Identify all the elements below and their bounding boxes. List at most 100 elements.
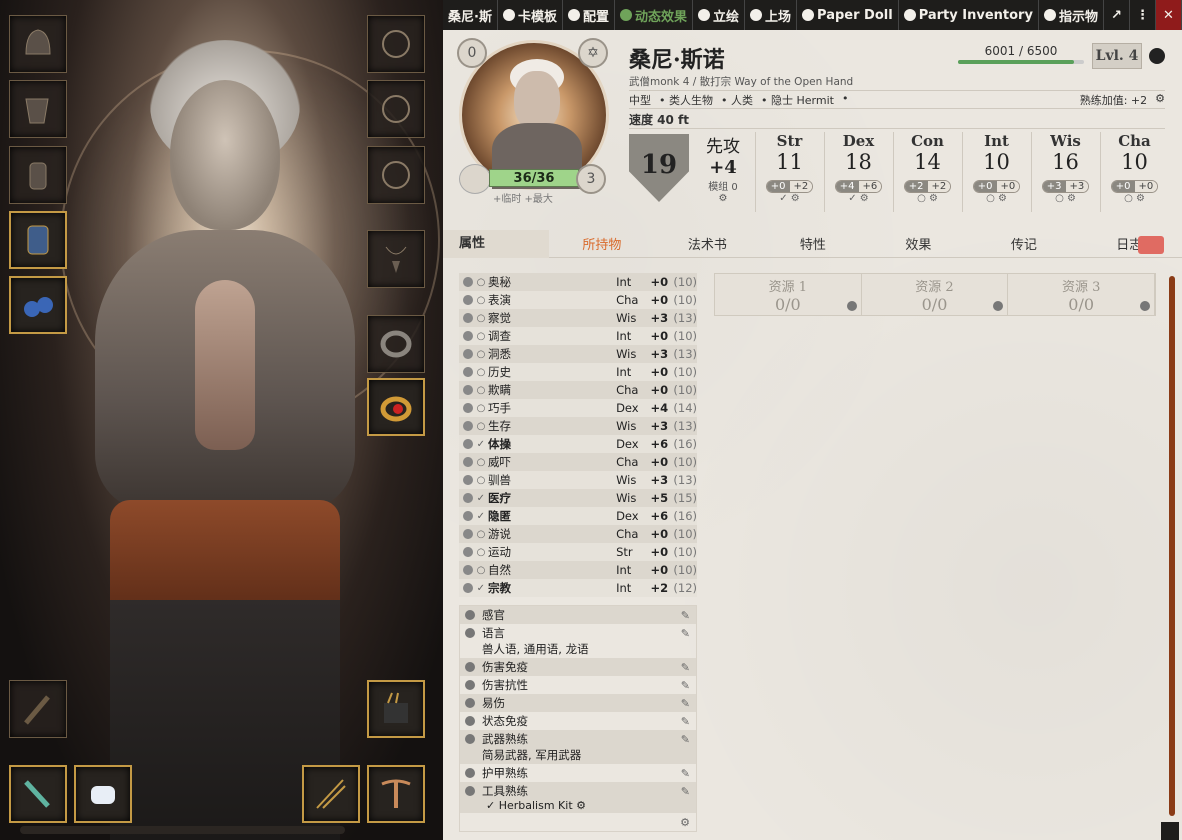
unlock-icon[interactable] bbox=[1138, 236, 1164, 254]
save-proficient-circle[interactable]: ○ ⚙ bbox=[1101, 193, 1168, 204]
skill-name[interactable]: 生存 bbox=[488, 418, 616, 434]
neck-slot-right[interactable] bbox=[367, 80, 425, 138]
skill-row[interactable]: ✓ 体操 Dex +6 (16) bbox=[459, 435, 697, 453]
skill-row[interactable]: ○ 运动 Str +0 (10) bbox=[459, 543, 697, 561]
tab-features[interactable]: 特性 bbox=[760, 234, 865, 253]
tool-entry[interactable]: ✓ Herbalism Kit ⚙ bbox=[482, 799, 692, 812]
character-name[interactable]: 桑尼·斯诺 bbox=[629, 42, 725, 74]
skill-name[interactable]: 体操 bbox=[488, 436, 616, 452]
pencil-icon[interactable]: ✎ bbox=[681, 627, 690, 640]
ability-mod-pill[interactable]: +2 +2 bbox=[903, 180, 952, 193]
tab-sheet-title[interactable]: 桑尼·斯 bbox=[443, 0, 498, 30]
unproficient-circle-icon[interactable]: ○ bbox=[477, 475, 488, 486]
ability-dex[interactable]: Dex 18 +4 +6 ✓ ⚙ bbox=[824, 132, 892, 212]
ability-str[interactable]: Str 11 +0 +2 ✓ ⚙ bbox=[755, 132, 823, 212]
save-proficient-circle[interactable]: ○ ⚙ bbox=[1032, 193, 1099, 204]
gear-icon[interactable] bbox=[463, 439, 473, 449]
skill-name[interactable]: 宗教 bbox=[488, 580, 616, 596]
unarmed-slot[interactable] bbox=[74, 765, 132, 823]
level-badge[interactable]: Lvl. 4 bbox=[1092, 43, 1142, 69]
gear-icon[interactable] bbox=[463, 349, 473, 359]
ability-mod-pill[interactable]: +3 +3 bbox=[1041, 180, 1090, 193]
save-proficient-circle[interactable]: ○ ⚙ bbox=[894, 193, 961, 204]
gear-icon[interactable] bbox=[463, 493, 473, 503]
tab-spellbook[interactable]: 法术书 bbox=[655, 234, 760, 253]
skill-row[interactable]: ○ 欺瞒 Cha +0 (10) bbox=[459, 381, 697, 399]
ability-con[interactable]: Con 14 +2 +2 ○ ⚙ bbox=[893, 132, 961, 212]
resource-2[interactable]: 资源 2 0/0 bbox=[861, 274, 1009, 315]
rest-icon[interactable] bbox=[459, 164, 491, 194]
gear-icon[interactable] bbox=[463, 313, 473, 323]
head-slot-right[interactable] bbox=[367, 15, 425, 73]
pencil-icon[interactable]: ✎ bbox=[681, 679, 690, 692]
unproficient-circle-icon[interactable]: ○ bbox=[477, 565, 488, 576]
gear-icon[interactable]: ⚙ bbox=[699, 193, 747, 204]
unproficient-circle-icon[interactable]: ○ bbox=[477, 385, 488, 396]
skill-name[interactable]: 表演 bbox=[488, 292, 616, 308]
skill-name[interactable]: 医疗 bbox=[488, 490, 616, 506]
proficient-check-icon[interactable]: ✓ bbox=[477, 583, 488, 594]
tab-portrait[interactable]: 立绘 bbox=[693, 0, 746, 30]
gear-icon[interactable] bbox=[463, 475, 473, 485]
trait-row[interactable]: 伤害抗性 ✎ bbox=[460, 676, 696, 694]
skill-row[interactable]: ○ 历史 Int +0 (10) bbox=[459, 363, 697, 381]
unproficient-circle-icon[interactable]: ○ bbox=[477, 367, 488, 378]
inspiration-badge[interactable]: 0 bbox=[457, 38, 487, 68]
tab-dynamic-effects[interactable]: 动态效果 bbox=[615, 0, 693, 30]
resource-3[interactable]: 资源 3 0/0 bbox=[1008, 274, 1156, 315]
skill-name[interactable]: 奥秘 bbox=[488, 274, 616, 290]
trait-row[interactable]: 护甲熟练 ✎ bbox=[460, 764, 696, 782]
gear-icon[interactable] bbox=[463, 367, 473, 377]
pencil-icon[interactable]: ✎ bbox=[681, 697, 690, 710]
skill-row[interactable]: ✓ 隐匿 Dex +6 (16) bbox=[459, 507, 697, 525]
skill-name[interactable]: 巧手 bbox=[488, 400, 616, 416]
trait-row[interactable]: 工具熟练 ✎ ✓ Herbalism Kit ⚙ bbox=[460, 782, 696, 813]
chest-slot-right[interactable] bbox=[367, 146, 425, 204]
gear-icon[interactable] bbox=[463, 385, 473, 395]
pencil-icon[interactable]: ✎ bbox=[681, 661, 690, 674]
gear-icon[interactable] bbox=[463, 457, 473, 467]
skill-row[interactable]: ○ 威吓 Cha +0 (10) bbox=[459, 453, 697, 471]
gear-icon[interactable] bbox=[463, 277, 473, 287]
tab-inventory[interactable]: 所持物 bbox=[549, 234, 654, 253]
gear-icon[interactable] bbox=[463, 403, 473, 413]
skill-name[interactable]: 调查 bbox=[488, 328, 616, 344]
trait-row[interactable]: 武器熟练 ✎ 简易武器, 军用武器 bbox=[460, 730, 696, 764]
arrows-slot[interactable] bbox=[302, 765, 360, 823]
unproficient-circle-icon[interactable]: ○ bbox=[477, 421, 488, 432]
gear-icon[interactable] bbox=[846, 301, 857, 311]
sword-slot[interactable] bbox=[9, 765, 67, 823]
proficient-check-icon[interactable]: ✓ bbox=[477, 493, 488, 504]
save-proficient-check[interactable]: ✓ ⚙ bbox=[756, 193, 823, 204]
resize-handle[interactable] bbox=[1161, 822, 1179, 840]
pencil-icon[interactable]: ✎ bbox=[681, 785, 690, 798]
ability-mod-pill[interactable]: +0 +2 bbox=[765, 180, 814, 193]
tab-config[interactable]: 配置 bbox=[563, 0, 615, 30]
skill-row[interactable]: ✓ 医疗 Wis +5 (15) bbox=[459, 489, 697, 507]
skill-row[interactable]: ○ 驯兽 Wis +3 (13) bbox=[459, 471, 697, 489]
amulet-slot[interactable] bbox=[367, 230, 425, 288]
helmet-slot[interactable] bbox=[9, 15, 67, 73]
pencil-icon[interactable]: ✎ bbox=[681, 609, 690, 622]
d20-icon[interactable]: ✡ bbox=[578, 38, 608, 68]
background-label[interactable]: • 隐士 Hermit bbox=[761, 92, 834, 108]
xp-display[interactable]: 6001 / 6500 bbox=[958, 44, 1084, 64]
gear-icon[interactable]: ⚙ bbox=[1155, 92, 1165, 108]
resource-1[interactable]: 资源 1 0/0 bbox=[715, 274, 862, 315]
gear-icon[interactable]: ⚙ bbox=[680, 816, 690, 829]
skill-name[interactable]: 隐匿 bbox=[488, 508, 616, 524]
size-label[interactable]: 中型 bbox=[629, 92, 651, 108]
proficient-check-icon[interactable]: ✓ bbox=[477, 511, 488, 522]
skill-row[interactable]: ○ 洞悉 Wis +3 (13) bbox=[459, 345, 697, 363]
hp-bar[interactable]: 36/36 bbox=[489, 169, 579, 187]
ability-mod-pill[interactable]: +0 +0 bbox=[1110, 180, 1159, 193]
skill-row[interactable]: ○ 生存 Wis +3 (13) bbox=[459, 417, 697, 435]
skill-row[interactable]: ○ 奥秘 Int +0 (10) bbox=[459, 273, 697, 291]
unproficient-circle-icon[interactable]: ○ bbox=[477, 349, 488, 360]
skill-row[interactable]: ○ 察觉 Wis +3 (13) bbox=[459, 309, 697, 327]
speed-label[interactable]: 速度 40 ft bbox=[629, 111, 689, 128]
trait-row[interactable]: 伤害免疫 ✎ bbox=[460, 658, 696, 676]
gauntlets-slot[interactable] bbox=[9, 211, 67, 269]
boots-slot[interactable] bbox=[9, 276, 67, 334]
level-up-icon[interactable] bbox=[1149, 48, 1165, 64]
